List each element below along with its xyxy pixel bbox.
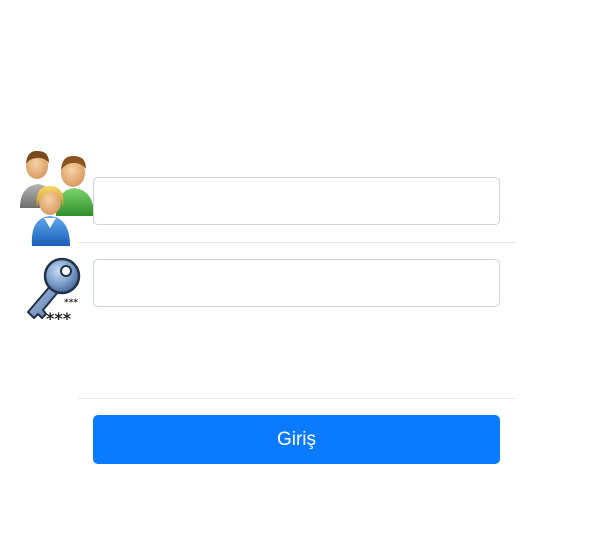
form-divider — [78, 398, 516, 399]
form-divider — [78, 242, 516, 243]
login-button[interactable]: Giriş — [93, 415, 500, 464]
key-password-icon: *** *** — [27, 257, 81, 326]
password-input[interactable] — [93, 259, 500, 307]
username-input[interactable] — [93, 177, 500, 225]
svg-text:***: *** — [64, 298, 78, 308]
users-group-icon — [20, 150, 94, 246]
svg-text:***: *** — [46, 309, 72, 326]
login-form: *** *** Giriş — [0, 0, 600, 558]
